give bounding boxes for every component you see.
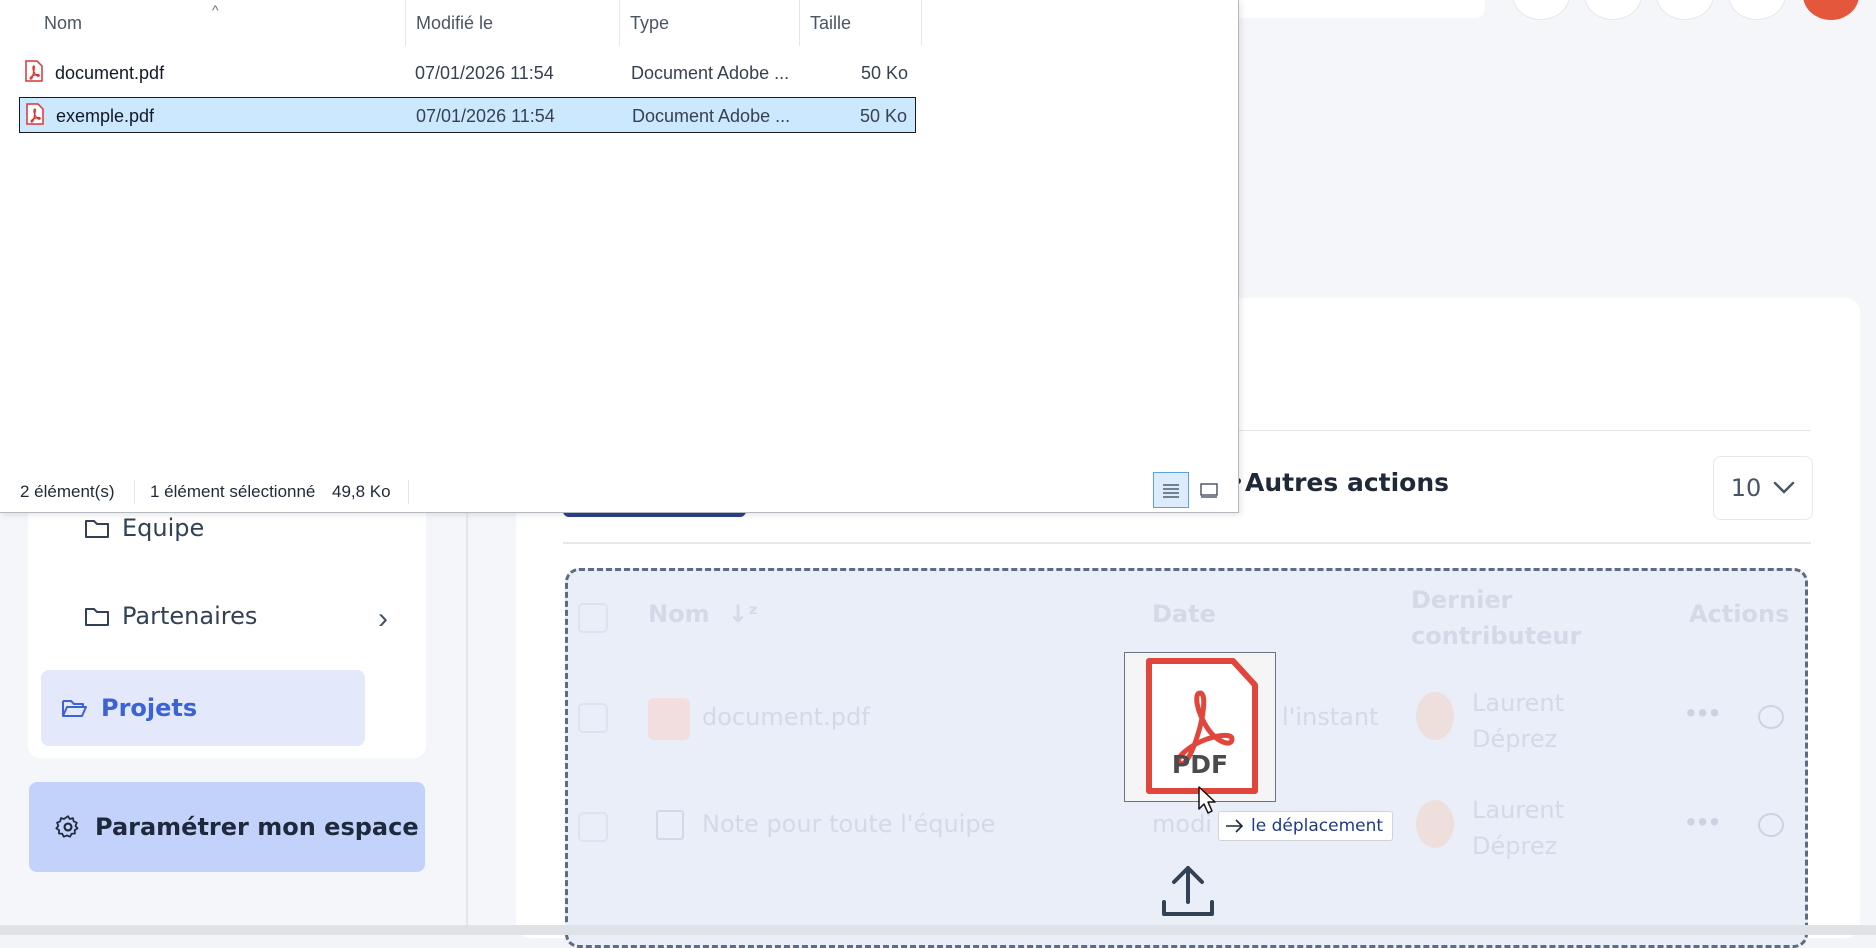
file-row-selected[interactable]: exemple.pdf 07/01/2026 11:54 Document Ad… — [19, 97, 916, 133]
file-type: Document Adobe ... — [631, 63, 790, 83]
pdf-file-icon — [26, 103, 44, 125]
file-date: À l'instant — [1258, 703, 1379, 731]
search-bar[interactable] — [1200, 0, 1485, 18]
more-icon[interactable]: ••• — [1686, 697, 1721, 729]
details-view-glyph — [1163, 484, 1179, 498]
file-type: Document Adobe ... — [632, 106, 791, 126]
column-header-type[interactable]: Type — [620, 0, 800, 46]
avatar — [1416, 692, 1454, 740]
more-icon[interactable]: ••• — [1686, 806, 1721, 838]
gear-icon — [55, 815, 79, 838]
pdf-label: PDF — [1172, 750, 1228, 779]
status-selected-size: 49,8 Ko — [332, 482, 391, 501]
avatar — [1416, 800, 1454, 848]
divider — [1235, 430, 1811, 431]
sidebar-item-partenaires[interactable]: Partenaires — [84, 602, 257, 630]
file-modified: 07/01/2026 11:54 — [416, 106, 555, 126]
status-item-count: 2 élément(s) — [20, 482, 115, 501]
upload-icon — [1162, 866, 1214, 916]
other-actions-button[interactable]: Autres actions — [1245, 468, 1449, 497]
folder-icon — [85, 608, 109, 626]
sidebar-item-label: Equipe — [122, 514, 205, 542]
row-checkbox[interactable] — [578, 703, 608, 733]
sidebar-item-label: Partenaires — [122, 602, 258, 630]
file-row[interactable]: document.pdf 07/01/2026 11:54 Document A… — [19, 55, 916, 91]
settings-button-label: Paramétrer mon espace — [95, 813, 419, 841]
column-header-contributor[interactable]: Dernier contributeur — [1411, 582, 1581, 654]
file-size: 50 Ko — [859, 106, 907, 126]
column-header-label: contributeur — [1411, 622, 1582, 650]
details-view-icon[interactable] — [1153, 472, 1189, 508]
contributor-first: Laurent — [1472, 689, 1565, 717]
sidebar-item-label: Projets — [101, 694, 198, 722]
column-header-label: Taille — [810, 12, 852, 33]
pdf-file-icon: PDF — [1146, 658, 1258, 794]
settings-button[interactable]: Paramétrer mon espace — [29, 782, 425, 872]
column-header-actions: Actions — [1689, 600, 1790, 628]
file-modified: 07/01/2026 11:54 — [415, 63, 554, 83]
per-page-select[interactable]: 10 — [1713, 456, 1813, 520]
pdf-file-icon — [25, 60, 43, 82]
folder-open-icon — [62, 700, 87, 717]
per-page-value: 10 — [1730, 474, 1762, 502]
column-header-label: Type — [630, 12, 670, 33]
chevron-down-icon — [1774, 481, 1795, 494]
column-header-label: Modifié le — [416, 12, 494, 33]
row-checkbox[interactable] — [578, 812, 608, 842]
pdf-file-icon — [648, 698, 690, 740]
comment-icon[interactable] — [1758, 705, 1784, 729]
mouse-cursor — [1198, 786, 1216, 814]
file-size: 50 Ko — [860, 63, 908, 83]
column-header-label: Nom — [648, 600, 710, 628]
column-header-size[interactable]: Taille — [800, 0, 922, 46]
preview-view-glyph — [1200, 483, 1218, 498]
contributor-name: Laurent Déprez — [1472, 792, 1564, 864]
note-icon — [656, 810, 684, 840]
divider — [563, 542, 1811, 544]
column-header-date[interactable]: Date — [1152, 600, 1216, 628]
status-selected: 1 élément sélectionné — [150, 482, 316, 501]
sidebar-item-equipe[interactable]: Equipe — [84, 514, 204, 542]
contributor-first: Laurent — [1472, 796, 1565, 824]
select-all-checkbox[interactable] — [578, 603, 608, 633]
file-name[interactable]: document.pdf — [702, 703, 870, 731]
column-header-label: Nom — [44, 12, 83, 33]
column-header-name[interactable]: Nom ↓ᶻ — [648, 600, 758, 628]
column-header-modified[interactable]: Modifié le — [406, 0, 620, 46]
file-name: exemple.pdf — [56, 106, 155, 126]
status-separator — [134, 480, 135, 504]
drag-tooltip: le déplacement — [1218, 811, 1394, 841]
column-header-name[interactable]: Nom — [34, 0, 406, 46]
drag-tooltip-text: le déplacement — [1251, 816, 1384, 836]
status-separator — [408, 480, 409, 504]
scrollbar-track — [0, 925, 1876, 935]
folder-icon — [85, 520, 109, 538]
arrow-right-icon — [1226, 819, 1244, 833]
column-header-label: Dernier — [1411, 586, 1513, 614]
contributor-last: Déprez — [1472, 832, 1558, 860]
file-dialog: Nom ^ Modifié le Type Taille document.pd… — [0, 0, 1239, 513]
preview-view-icon[interactable] — [1191, 472, 1227, 508]
contributor-last: Déprez — [1472, 725, 1558, 753]
chevron-right-icon[interactable]: › — [378, 602, 388, 636]
dragged-file-preview: PDF — [1124, 652, 1276, 802]
comment-icon[interactable] — [1758, 813, 1784, 837]
contributor-name: Laurent Déprez — [1472, 685, 1564, 757]
file-name[interactable]: Note pour toute l'équipe — [702, 810, 995, 838]
sort-ascending-icon: ^ — [212, 2, 219, 18]
file-name: document.pdf — [55, 63, 165, 83]
sidebar-item-projets[interactable]: Projets — [41, 670, 365, 746]
sort-icon: ↓ᶻ — [727, 600, 759, 628]
